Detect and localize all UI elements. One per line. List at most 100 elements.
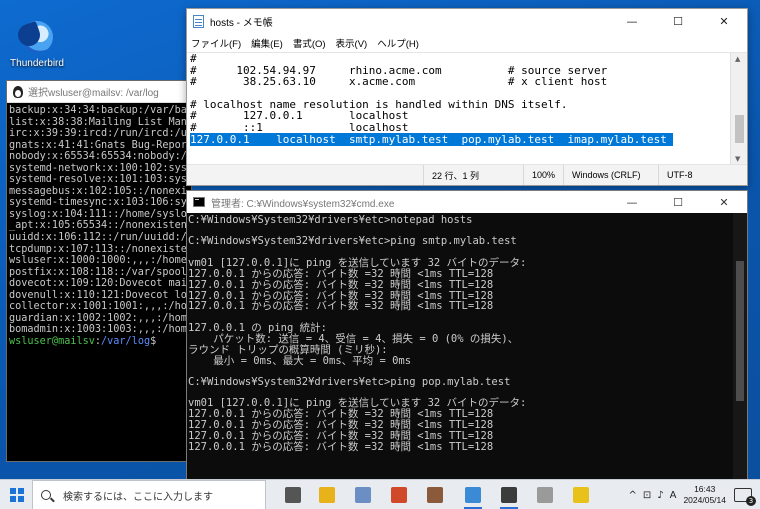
taskbar-app-notepad[interactable] xyxy=(460,484,486,509)
package-icon xyxy=(427,487,443,503)
terminal-line: uuidd:x:106:112::/run/uuidd:/ xyxy=(9,232,187,244)
scrollbar-thumb[interactable] xyxy=(735,115,744,143)
notepad-title: hosts - メモ帳 xyxy=(210,18,273,29)
notepad-editor[interactable]: # # 102.54.94.97 rhino.acme.com # source … xyxy=(187,52,747,164)
terminal-line: backup:x:34:34:backup:/var/bac xyxy=(9,105,191,116)
cursor-position: 22 行、1 列 xyxy=(423,165,523,185)
notepad-scrollbar[interactable]: ▲ ▼ xyxy=(730,53,747,164)
mail-tool-icon xyxy=(355,487,371,503)
cmd-line: C:¥Windows¥System32¥drivers¥etc>notepad … xyxy=(188,214,473,226)
close-button[interactable]: ✕ xyxy=(701,191,747,213)
taskbar-search[interactable]: 検索するには、ここに入力します xyxy=(32,480,266,509)
terminal-titlebar[interactable]: 選択wsluser@mailsv: /var/log xyxy=(7,81,191,103)
notepad-statusbar: 22 行、1 列 100% Windows (CRLF) UTF-8 xyxy=(187,164,747,185)
terminal-line: systemd-timesync:x:103:106:sys xyxy=(9,197,191,209)
clock[interactable]: 16:43 2024/05/14 xyxy=(683,484,726,506)
maximize-button[interactable]: ☐ xyxy=(655,9,701,34)
search-icon xyxy=(41,490,51,500)
cmd-line: 127.0.0.1 からの応答: バイト数 =32 時間 <1ms TTL=12… xyxy=(188,267,494,280)
taskbar: 検索するには、ここに入力します ^ ⊡ ♪ A 16:43 2024/05/14… xyxy=(0,479,760,509)
terminal-line: irc:x:39:39:ircd:/run/ircd:/us xyxy=(9,128,191,140)
start-button[interactable] xyxy=(10,488,24,502)
cmd-line: C:¥Windows¥System32¥drivers¥etc>ping smt… xyxy=(188,235,517,248)
terminal-line: guardian:x:1002:1002:,,,:/home xyxy=(9,312,191,324)
hosts-line: # xyxy=(190,52,197,65)
taskbar-app-task-view[interactable] xyxy=(280,484,306,506)
task-view-icon xyxy=(285,487,301,503)
terminal-line: tcpdump:x:107:113::/nonexister xyxy=(9,243,191,255)
hosts-line: # ::1 localhost xyxy=(190,120,409,134)
taskbar-app-terminal[interactable] xyxy=(496,484,522,509)
terminal-line: syslog:x:104:111::/home/syslo xyxy=(9,208,187,220)
cmd-line: 最小 = 0ms、最大 = 0ms、平均 = 0ms xyxy=(188,354,412,367)
hosts-line: # 38.25.63.10 x.acme.com # x client host xyxy=(190,75,608,89)
scrollbar-thumb[interactable] xyxy=(736,261,744,401)
minimize-button[interactable]: — xyxy=(609,191,655,213)
penguin-icon xyxy=(13,85,23,98)
terminal-line: _apt:x:105:65534::/nonexistent xyxy=(9,220,191,232)
menu-edit[interactable]: 編集(E) xyxy=(251,36,283,50)
maximize-button[interactable]: ☐ xyxy=(655,191,701,213)
terminal-line: collector:x:1001:1001:,,,:/hom xyxy=(9,301,191,313)
terminal-line: messagebus:x:102:105::/nonexi xyxy=(9,185,187,197)
clock-date: 2024/05/14 xyxy=(683,495,726,505)
minimize-button[interactable]: — xyxy=(609,9,655,34)
terminal-icon xyxy=(501,487,517,503)
cmd-titlebar[interactable]: 管理者: C:¥Windows¥system32¥cmd.exe — ☐ ✕ xyxy=(187,191,747,213)
taskbar-app-chrome[interactable] xyxy=(314,484,340,506)
volume-icon[interactable]: ♪ xyxy=(657,490,663,501)
terminal-line: systemd-resolve:x:101:103:syst xyxy=(9,174,191,186)
terminal-line: wsluser:x:1000:1000:,,,:/home/ xyxy=(9,255,191,267)
notification-icon[interactable]: 3 xyxy=(734,488,756,506)
notepad-titlebar[interactable]: hosts - メモ帳 — ☐ ✕ xyxy=(187,9,747,34)
system-tray: ^ ⊡ ♪ A 16:43 2024/05/14 3 xyxy=(625,480,760,509)
ime-indicator[interactable]: A xyxy=(670,490,677,501)
cmd-window[interactable]: 管理者: C:¥Windows¥system32¥cmd.exe — ☐ ✕ C… xyxy=(186,190,748,480)
terminal-line: postfix:x:108:118::/var/spool/ xyxy=(9,266,191,278)
terminal-window[interactable]: 選択wsluser@mailsv: /var/log backup:x:34:3… xyxy=(6,80,192,462)
notepad-menubar: ファイル(F) 編集(E) 書式(O) 表示(V) ヘルプ(H) xyxy=(187,34,747,52)
menu-view[interactable]: 表示(V) xyxy=(336,36,368,50)
cmd-title: 管理者: C:¥Windows¥system32¥cmd.exe xyxy=(211,198,395,210)
search-placeholder: 検索するには、ここに入力します xyxy=(63,491,213,503)
selected-hosts-line[interactable]: 127.0.0.1 localhost smtp.mylab.test pop.… xyxy=(190,132,674,146)
cmd-line: ラウンド トリップの概算時間 (ミリ秒): xyxy=(188,343,388,356)
notepad-icon xyxy=(465,487,481,503)
taskbar-app-mail-tool[interactable] xyxy=(350,484,376,506)
cmd-scrollbar[interactable] xyxy=(733,213,747,479)
network-icon[interactable]: ⊡ xyxy=(643,490,651,501)
taskbar-app-mail[interactable] xyxy=(568,484,594,506)
taskbar-app-setup[interactable] xyxy=(386,484,412,506)
doc-icon xyxy=(537,487,553,503)
zoom-level: 100% xyxy=(523,165,563,185)
terminal-line: gnats:x:41:41:Gnats Bug-Report xyxy=(9,139,191,151)
menu-help[interactable]: ヘルプ(H) xyxy=(377,36,419,50)
scroll-down-icon[interactable]: ▼ xyxy=(735,155,740,163)
thunderbird-desktop-icon[interactable]: Thunderbird xyxy=(6,18,68,69)
terminal-title: 選択wsluser@mailsv: /var/log xyxy=(28,88,159,99)
setup-icon xyxy=(391,487,407,503)
tray-chevron-icon[interactable]: ^ xyxy=(628,490,636,501)
notepad-window[interactable]: hosts - メモ帳 — ☐ ✕ ファイル(F) 編集(E) 書式(O) 表示… xyxy=(186,8,748,186)
cmd-icon xyxy=(193,197,205,207)
cmd-line: 127.0.0.1 からの応答: バイト数 =32 時間 <1ms TTL=12… xyxy=(188,278,494,291)
encoding: UTF-8 xyxy=(658,165,738,185)
taskbar-app-doc[interactable] xyxy=(532,484,558,506)
menu-file[interactable]: ファイル(F) xyxy=(191,36,241,50)
terminal-line: systemd-network:x:100:102:syst xyxy=(9,162,191,174)
thunderbird-label: Thunderbird xyxy=(10,58,64,69)
cmd-line: 127.0.0.1 からの応答: バイト数 =32 時間 <1ms TTL=12… xyxy=(188,441,494,453)
menu-format[interactable]: 書式(O) xyxy=(293,36,326,50)
terminal-line: list:x:38:38:Mailing List Mana xyxy=(9,116,191,128)
close-button[interactable]: ✕ xyxy=(701,9,747,34)
terminal-line: dovenull:x:110:121:Dovecot log xyxy=(9,289,191,301)
cmd-line: 127.0.0.1 からの応答: バイト数 =32 時間 <1ms TTL=12… xyxy=(188,300,494,313)
terminal-line: bomadmin:x:1003:1003:,,,:/home xyxy=(9,324,191,336)
clock-time: 16:43 xyxy=(694,484,716,494)
terminal-output[interactable]: backup:x:34:34:backup:/var/bac list:x:38:… xyxy=(7,103,191,461)
taskbar-app-package[interactable] xyxy=(422,484,448,506)
terminal-line: dovecot:x:109:120:Dovecot mail xyxy=(9,278,191,290)
scroll-up-icon[interactable]: ▲ xyxy=(735,55,740,63)
cmd-output[interactable]: C:¥Windows¥System32¥drivers¥etc>notepad … xyxy=(187,213,747,479)
notification-count: 3 xyxy=(746,496,756,506)
